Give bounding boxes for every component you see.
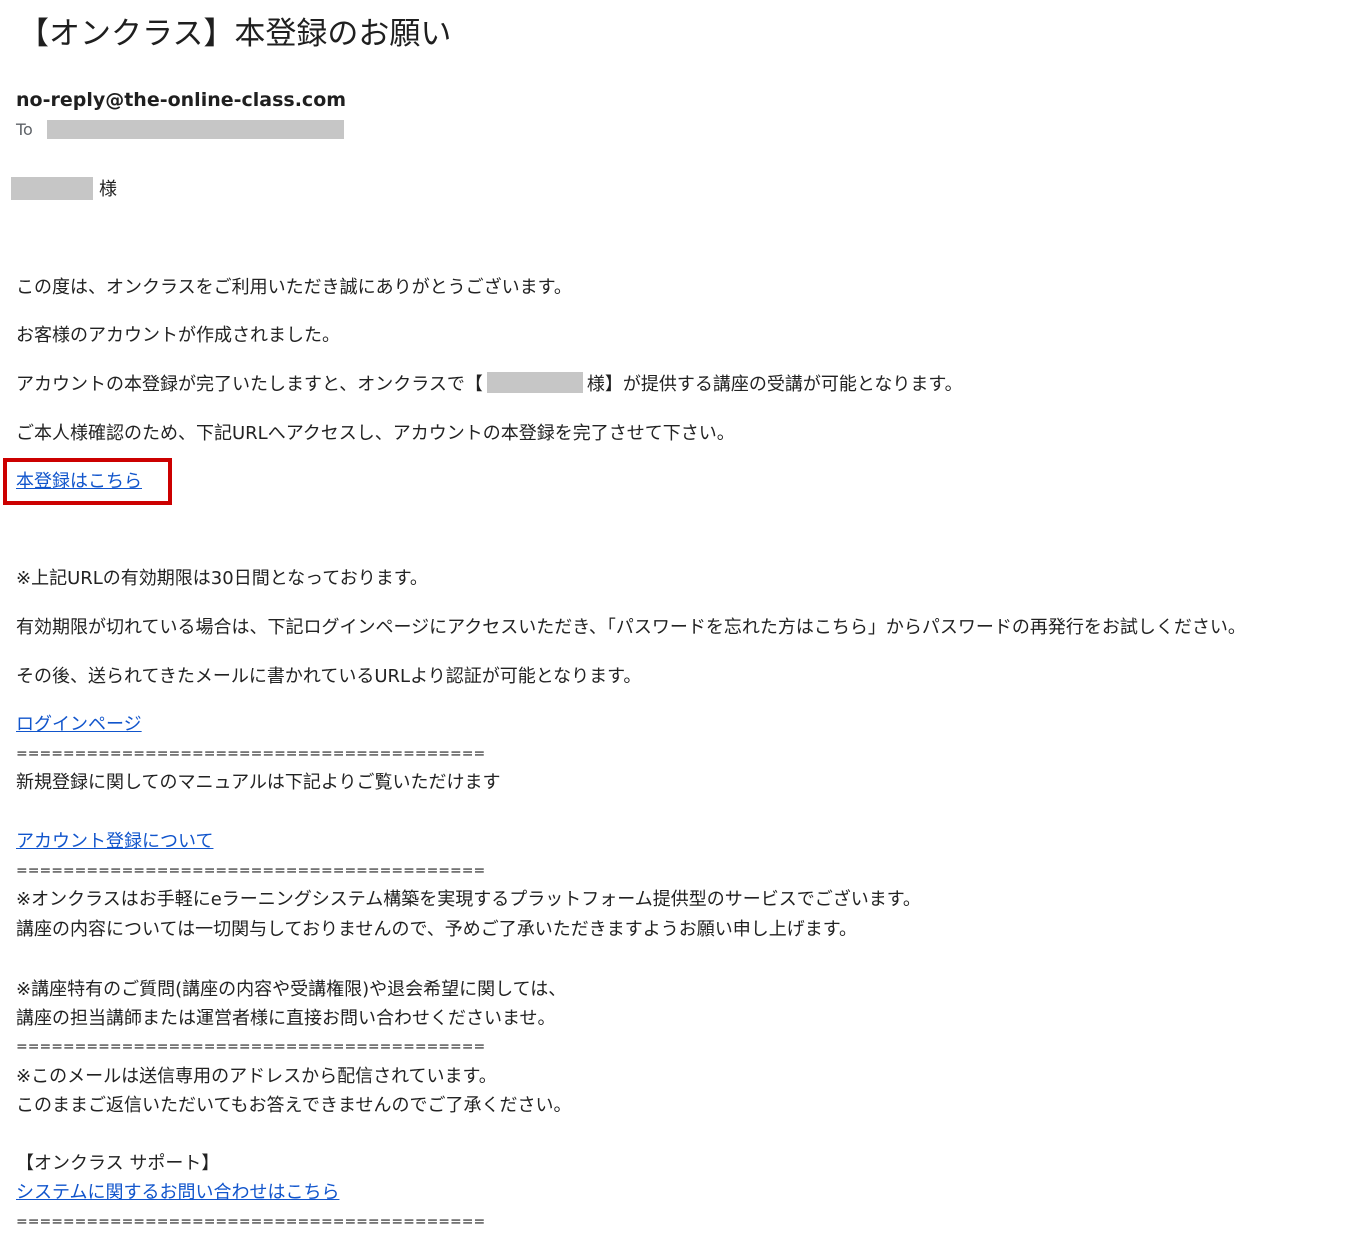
sender-address[interactable]: no-reply@the-online-class.com bbox=[16, 88, 346, 112]
body-paragraph-1: この度は、オンクラスをご利用いただき誠にありがとうございます。 bbox=[16, 277, 572, 298]
recipient-label: To bbox=[16, 120, 33, 139]
validity-note: ※上記URLの有効期限は30日間となっております。 bbox=[16, 568, 428, 589]
recipient-redacted bbox=[47, 120, 344, 139]
support-title: 【オンクラス サポート】 bbox=[16, 1153, 220, 1174]
body-paragraph-3-after: 様】が提供する講座の受講が可能となります。 bbox=[586, 374, 963, 395]
separator-2: ======================================== bbox=[16, 863, 486, 879]
body-paragraph-3-before: アカウントの本登録が完了いたしますと、オンクラスで【 bbox=[16, 374, 483, 395]
expired-instructions: 有効期限が切れている場合は、下記ログインページにアクセスいただき、「パスワードを… bbox=[16, 617, 1246, 638]
disclaimer-line-2: 講座の内容については一切関与しておりませんので、予めご了承いただきますようお願い… bbox=[16, 919, 857, 940]
support-contact-link[interactable]: システムに関するお問い合わせはこちら bbox=[16, 1181, 339, 1205]
separator-1: ======================================== bbox=[16, 746, 486, 762]
noreply-line-1: ※このメールは送信専用のアドレスから配信されています。 bbox=[16, 1066, 497, 1087]
body-paragraph-2: お客様のアカウントが作成されました。 bbox=[16, 325, 340, 346]
body-paragraph-4: ご本人様確認のため、下記URLへアクセスし、アカウントの本登録を完了させて下さい… bbox=[16, 423, 735, 444]
recipient-name-redacted bbox=[11, 177, 93, 200]
register-link[interactable]: 本登録はこちら bbox=[16, 470, 142, 494]
noreply-line-2: このままご返信いただいてもお答えできませんのでご了承ください。 bbox=[16, 1095, 572, 1116]
email-subject: 【オンクラス】本登録のお願い bbox=[18, 16, 452, 52]
manual-text: 新規登録に関してのマニュアルは下記よりご覧いただけます bbox=[16, 772, 501, 793]
separator-4: ======================================== bbox=[16, 1214, 486, 1230]
body-paragraph-3: アカウントの本登録が完了いたしますと、オンクラスで【 様】が提供する講座の受講が可… bbox=[16, 372, 963, 397]
login-page-link[interactable]: ログインページ bbox=[16, 713, 142, 737]
course-provider-redacted bbox=[486, 372, 583, 393]
disclaimer-line-1: ※オンクラスはお手軽にeラーニングシステム構築を実現するプラットフォーム提供型の… bbox=[16, 889, 921, 910]
separator-3: ======================================== bbox=[16, 1039, 486, 1055]
question-line-1: ※講座特有のご質問(講座の内容や受講権限)や退会希望に関しては、 bbox=[16, 979, 567, 1000]
verification-note: その後、送られてきたメールに書かれているURLより認証が可能となります。 bbox=[16, 666, 642, 687]
account-registration-link[interactable]: アカウント登録について bbox=[16, 830, 213, 854]
question-line-2: 講座の担当講師または運営者様に直接お問い合わせくださいませ。 bbox=[16, 1008, 556, 1029]
salutation-suffix: 様 bbox=[99, 179, 117, 200]
